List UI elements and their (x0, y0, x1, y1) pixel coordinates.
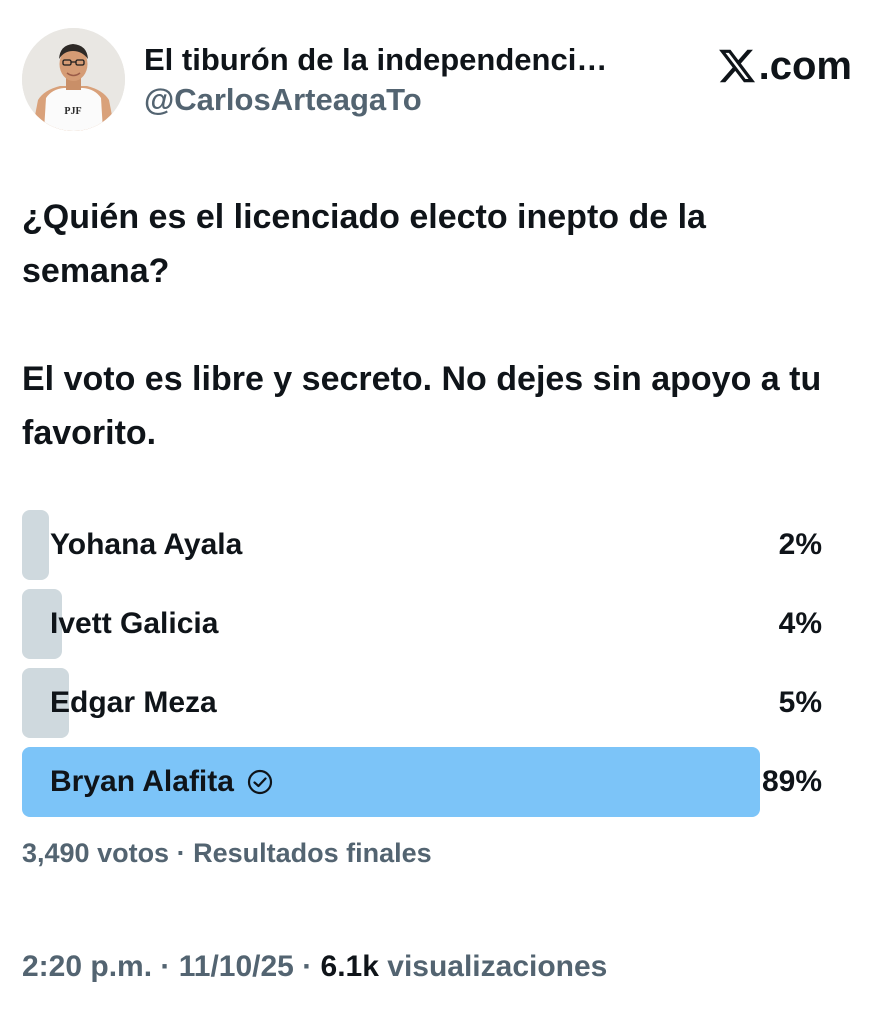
tweet-text: ¿Quién es el licenciado electo inepto de… (22, 190, 842, 460)
poll-option: Ivett Galicia 4% (22, 589, 822, 659)
tweet-header: PJF El tiburón de la independenci… @Carl… (22, 28, 852, 133)
poll-option-bar (22, 510, 49, 580)
poll-option-label: Yohana Ayala (50, 528, 243, 561)
poll-summary: 3,490 votos · Resultados finales (22, 838, 432, 868)
poll-option-percent: 5% (778, 686, 822, 719)
tweet-metadata: 2:20 p.m. · 11/10/25 · 6.1k visualizacio… (22, 950, 607, 984)
meta-separator: · (293, 950, 321, 983)
poll-option-label: Edgar Meza (50, 686, 217, 719)
display-name[interactable]: El tiburón de la independenci… (144, 42, 607, 78)
poll-option-label: Ivett Galicia (50, 607, 219, 640)
poll-option-percent: 89% (761, 765, 822, 798)
tweet-subtext: El voto es libre y secreto. No dejes sin… (22, 360, 822, 452)
poll-option-percent: 2% (778, 528, 822, 561)
tweet-time[interactable]: 2:20 p.m. (22, 950, 152, 983)
x-logo-icon (718, 49, 755, 83)
author-name-block: El tiburón de la independenci… @CarlosAr… (144, 42, 607, 118)
poll-option-percent: 4% (778, 607, 822, 640)
poll-option-label: Bryan Alafita (50, 747, 274, 817)
meta-separator: · (152, 950, 179, 983)
avatar-image: PJF (22, 28, 125, 131)
poll: Yohana Ayala 2% Ivett Galicia 4% Edgar M… (22, 510, 822, 826)
tweet-question: ¿Quién es el licenciado electo inepto de… (22, 198, 706, 290)
brand-watermark: .com (717, 46, 852, 86)
tweet-date[interactable]: 11/10/25 (179, 950, 294, 983)
avatar[interactable]: PJF (22, 28, 125, 131)
poll-option: Edgar Meza 5% (22, 668, 822, 738)
views-label: visualizaciones (378, 950, 608, 983)
poll-option: Yohana Ayala 2% (22, 510, 822, 580)
poll-option-label-text: Bryan Alafita (50, 765, 234, 798)
check-circle-icon (247, 769, 273, 795)
brand-text: .com (758, 44, 852, 88)
user-handle[interactable]: @CarlosArteagaTo (144, 82, 607, 118)
avatar-shirt-text: PJF (64, 106, 81, 117)
poll-option-winner: Bryan Alafita 89% (22, 747, 822, 817)
views-count[interactable]: 6.1k (321, 950, 379, 983)
